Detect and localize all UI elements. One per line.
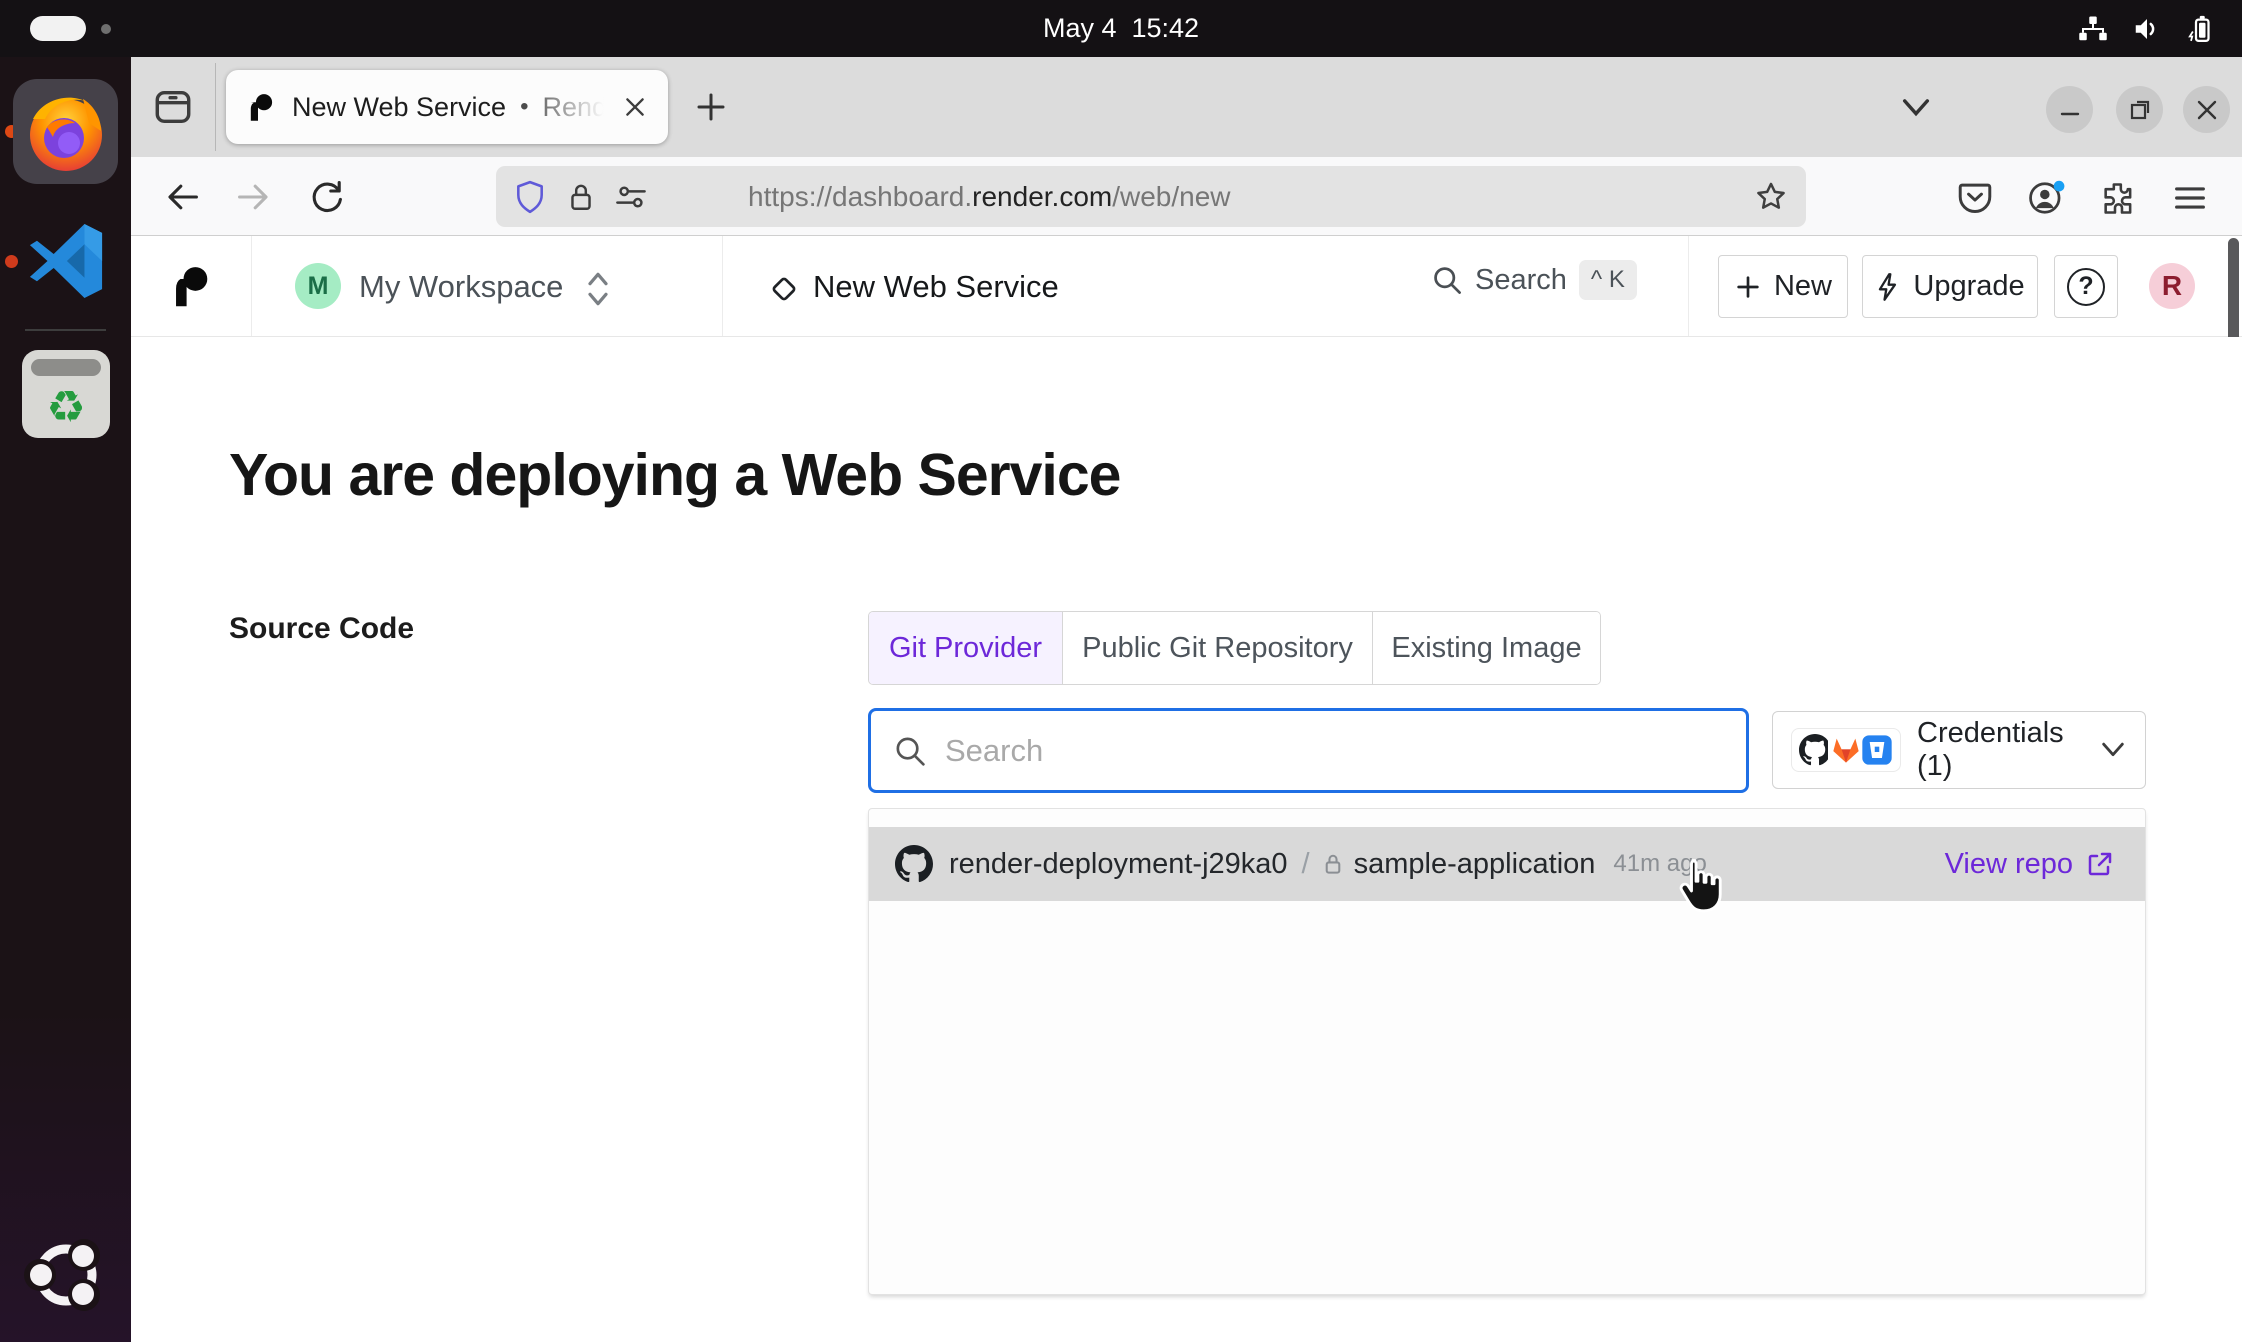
system-clock[interactable]: May 4 15:42 — [0, 0, 2242, 57]
dock-item-trash[interactable]: ♻ — [22, 350, 110, 438]
repo-search-input[interactable] — [945, 733, 1724, 769]
browser-window: New Web Service • Rend — [131, 57, 2242, 1342]
system-top-bar: May 4 15:42 — [0, 0, 2242, 57]
workspace-switcher-icon[interactable] — [583, 269, 613, 309]
workspace-avatar[interactable]: M — [295, 263, 341, 309]
mouse-cursor-pointer — [1672, 856, 1730, 918]
header-divider — [1688, 236, 1689, 336]
upgrade-button-label: Upgrade — [1913, 270, 2024, 303]
new-button[interactable]: New — [1718, 255, 1848, 318]
bitbucket-icon — [1859, 732, 1895, 768]
search-shortcut: ^ K — [1579, 260, 1637, 300]
tab-bar: New Web Service • Rend — [131, 57, 2242, 157]
back-icon[interactable] — [164, 179, 200, 215]
question-icon: ? — [2067, 268, 2105, 306]
tab-list-chevron-icon[interactable] — [1899, 93, 1933, 123]
lock-icon[interactable] — [566, 181, 596, 213]
browser-toolbar: https://dashboard.render.com/web/new — [131, 157, 2242, 236]
source-code-label: Source Code — [229, 612, 414, 646]
credentials-dropdown[interactable]: Credentials (1) — [1772, 711, 2146, 789]
restore-button[interactable] — [2116, 86, 2163, 133]
source-tabs: Git Provider Public Git Repository Exist… — [868, 611, 1601, 685]
extensions-puzzle-icon[interactable] — [2101, 181, 2135, 215]
tab-title-site: Rend — [542, 92, 607, 123]
network-icon — [2078, 14, 2108, 44]
dock-item-show-apps[interactable] — [20, 1229, 112, 1321]
recycle-icon: ♻ — [46, 386, 85, 430]
dock-item-firefox[interactable] — [13, 79, 118, 184]
dock-item-vscode[interactable] — [20, 212, 112, 310]
repo-separator: / — [1302, 848, 1310, 881]
new-button-label: New — [1774, 270, 1832, 303]
firefox-view-icon[interactable] — [153, 87, 193, 127]
close-window-button[interactable] — [2183, 86, 2230, 133]
help-button[interactable]: ? — [2054, 255, 2118, 318]
pocket-icon[interactable] — [1957, 181, 1993, 215]
upgrade-button[interactable]: Upgrade — [1862, 255, 2038, 318]
external-link-icon — [2085, 849, 2115, 879]
repo-name: sample-application — [1354, 848, 1596, 881]
credentials-label: Credentials (1) — [1917, 717, 2099, 783]
github-icon — [895, 845, 933, 883]
view-repo-link[interactable]: View repo — [1945, 848, 2115, 881]
forward-icon[interactable] — [236, 179, 272, 215]
battery-icon — [2186, 14, 2216, 44]
tracking-shield-icon[interactable] — [514, 180, 546, 214]
render-logo[interactable] — [131, 236, 252, 336]
active-tab[interactable]: New Web Service • Rend — [226, 70, 668, 144]
user-avatar[interactable]: R — [2149, 263, 2195, 309]
system-tray[interactable] — [2078, 0, 2216, 57]
header-divider — [722, 236, 723, 336]
render-favicon — [246, 92, 276, 122]
dock-divider — [25, 329, 106, 331]
search-label: Search — [1475, 264, 1567, 297]
view-repo-label: View repo — [1945, 848, 2073, 881]
vscode-running-dot — [5, 255, 18, 268]
tab-git-provider[interactable]: Git Provider — [869, 612, 1063, 684]
search-icon — [1431, 264, 1463, 296]
new-tab-button[interactable] — [693, 89, 729, 125]
tab-public-git-repository[interactable]: Public Git Repository — [1063, 612, 1373, 684]
firefox-icon — [23, 89, 109, 175]
account-icon[interactable] — [2027, 179, 2065, 217]
repo-search-field[interactable] — [868, 708, 1749, 793]
dock: ♻ — [0, 57, 131, 1342]
lightning-icon — [1875, 272, 1901, 302]
tab-title: New Web Service — [292, 92, 506, 123]
credential-provider-icons — [1791, 728, 1901, 772]
repo-row[interactable]: render-deployment-j29ka0 / sample-applic… — [869, 827, 2145, 901]
private-lock-icon — [1322, 852, 1344, 876]
tab-title-dot: • — [520, 93, 528, 121]
repo-owner: render-deployment-j29ka0 — [949, 848, 1288, 881]
minimize-button[interactable] — [2046, 86, 2093, 133]
url-text[interactable]: https://dashboard.render.com/web/new — [748, 181, 1231, 213]
plus-icon — [1734, 273, 1762, 301]
service-diamond-icon — [767, 272, 801, 306]
ubuntu-icon — [20, 1229, 112, 1321]
global-search[interactable]: Search ^ K — [1431, 260, 1637, 300]
volume-icon — [2132, 14, 2162, 44]
render-app-header: M My Workspace New Web Service Search ^ … — [131, 236, 2242, 337]
repo-list-panel: render-deployment-j29ka0 / sample-applic… — [868, 808, 2146, 1295]
breadcrumb-page-title: New Web Service — [813, 269, 1059, 305]
search-icon — [893, 734, 927, 768]
url-bar[interactable]: https://dashboard.render.com/web/new — [496, 166, 1806, 227]
bookmark-star-icon[interactable] — [1754, 180, 1788, 214]
chevron-down-icon — [2099, 740, 2127, 760]
trash-lid — [31, 359, 101, 376]
page-content: You are deploying a Web Service Source C… — [131, 337, 2242, 1342]
permissions-icon[interactable] — [614, 182, 648, 212]
tab-existing-image[interactable]: Existing Image — [1373, 612, 1600, 684]
workspace-name[interactable]: My Workspace — [359, 269, 563, 305]
tab-separator — [215, 63, 216, 151]
vscode-icon — [22, 217, 110, 305]
reload-icon[interactable] — [308, 179, 344, 215]
menu-hamburger-icon[interactable] — [2173, 183, 2207, 213]
page-heading: You are deploying a Web Service — [229, 441, 1120, 509]
tab-close-icon[interactable] — [622, 94, 648, 120]
